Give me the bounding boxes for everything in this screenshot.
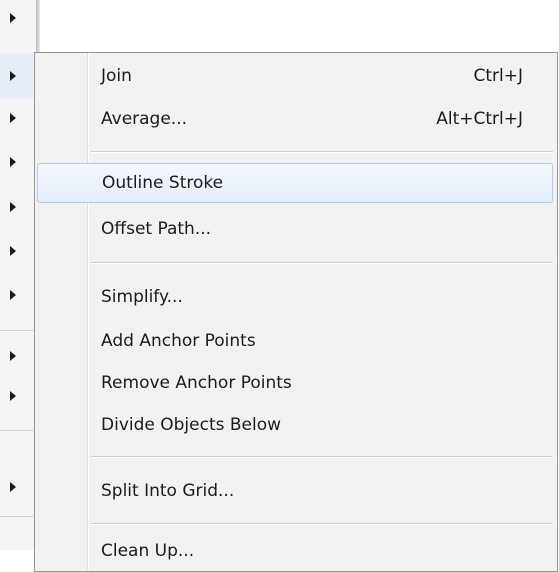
menu-item-shortcut: Ctrl+J <box>473 66 523 86</box>
menu-item-simplify[interactable]: Simplify... <box>35 277 557 317</box>
menu-item-remove-anchor-points[interactable]: Remove Anchor Points <box>35 363 557 403</box>
menu-item-shortcut: Alt+Ctrl+J <box>436 109 523 129</box>
submenu-arrow-icon[interactable] <box>10 351 16 361</box>
menu-item-join[interactable]: Join Ctrl+J <box>35 56 557 96</box>
submenu-arrow-icon[interactable] <box>10 13 16 23</box>
submenu-arrow-icon[interactable] <box>10 290 16 300</box>
menu-separator <box>91 151 553 153</box>
submenu-arrow-icon[interactable] <box>10 113 16 123</box>
menu-item-add-anchor-points[interactable]: Add Anchor Points <box>35 321 557 361</box>
parent-menu-active-item[interactable] <box>0 54 36 98</box>
submenu-arrow-icon[interactable] <box>10 246 16 256</box>
menu-item-label: Outline Stroke <box>102 173 224 193</box>
menu-item-label: Average... <box>101 109 188 129</box>
menu-item-label: Add Anchor Points <box>101 331 256 351</box>
menu-separator <box>91 456 553 458</box>
submenu-arrow-icon[interactable] <box>10 391 16 401</box>
parent-menu-separator <box>0 430 34 431</box>
menu-separator <box>91 262 553 264</box>
menu-item-clean-up[interactable]: Clean Up... <box>35 531 557 571</box>
parent-menu-edge <box>36 0 40 52</box>
parent-menu-separator <box>0 516 34 517</box>
submenu-arrow-icon[interactable] <box>10 71 16 81</box>
parent-menu-separator <box>0 330 34 331</box>
menu-item-split-into-grid[interactable]: Split Into Grid... <box>35 471 557 511</box>
menu-item-offset-path[interactable]: Offset Path... <box>35 209 557 249</box>
menu-item-average[interactable]: Average... Alt+Ctrl+J <box>35 99 557 139</box>
menu-item-outline-stroke[interactable]: Outline Stroke <box>37 163 553 203</box>
menu-item-divide-objects-below[interactable]: Divide Objects Below <box>35 405 557 445</box>
menu-item-label: Remove Anchor Points <box>101 373 292 393</box>
submenu-arrow-icon[interactable] <box>10 482 16 492</box>
menu-item-label: Split Into Grid... <box>101 481 235 501</box>
submenu-arrow-icon[interactable] <box>10 202 16 212</box>
menu-item-label: Offset Path... <box>101 219 212 239</box>
path-submenu: Join Ctrl+J Average... Alt+Ctrl+J Outlin… <box>34 52 558 572</box>
menu-item-label: Divide Objects Below <box>101 415 282 435</box>
menu-separator <box>91 523 553 525</box>
menu-item-label: Clean Up... <box>101 541 195 561</box>
submenu-arrow-icon[interactable] <box>10 157 16 167</box>
menu-item-label: Join <box>101 66 132 86</box>
menu-item-label: Simplify... <box>101 287 183 307</box>
